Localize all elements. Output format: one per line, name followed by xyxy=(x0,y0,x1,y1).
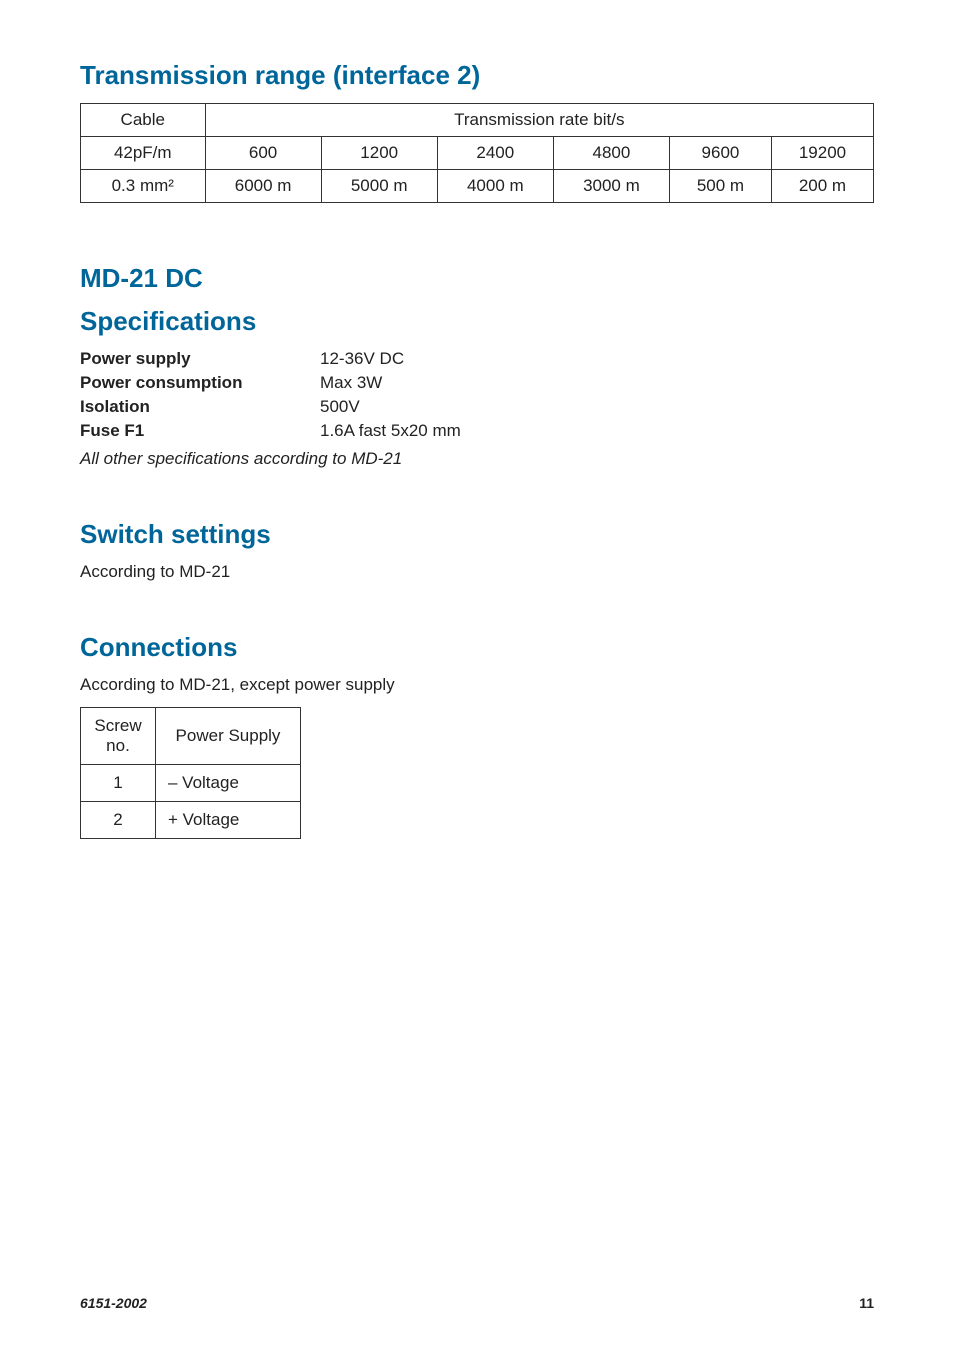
table-header-row: Cable Transmission rate bit/s xyxy=(81,104,874,137)
spec-label: Isolation xyxy=(80,397,320,417)
section-title-md21dc: MD-21 DC xyxy=(80,263,874,294)
cell: 600 xyxy=(205,137,321,170)
power-supply-table: Screw no. Power Supply 1 – Voltage 2 + V… xyxy=(80,707,301,839)
cell: – Voltage xyxy=(156,765,301,802)
section-subtitle-specifications: Specifications xyxy=(80,306,874,337)
page-footer: 6151-2002 11 xyxy=(80,1295,874,1311)
footer-docnum: 6151-2002 xyxy=(80,1295,147,1311)
cell: 2400 xyxy=(437,137,553,170)
cell: 4800 xyxy=(553,137,669,170)
cell: 1200 xyxy=(321,137,437,170)
table-row: 1 – Voltage xyxy=(81,765,301,802)
spec-label: Power supply xyxy=(80,349,320,369)
switch-body: According to MD-21 xyxy=(80,562,874,582)
transmission-table: Cable Transmission rate bit/s 42pF/m 600… xyxy=(80,103,874,203)
cell: 0.3 mm² xyxy=(81,170,206,203)
cell: 3000 m xyxy=(553,170,669,203)
spec-row: Fuse F1 1.6A fast 5x20 mm xyxy=(80,421,874,441)
specs-list: Power supply 12-36V DC Power consumption… xyxy=(80,349,874,441)
spec-row: Power consumption Max 3W xyxy=(80,373,874,393)
connections-body: According to MD-21, except power supply xyxy=(80,675,874,695)
table-header-cable: Cable xyxy=(81,104,206,137)
spec-label: Power consumption xyxy=(80,373,320,393)
spec-value: Max 3W xyxy=(320,373,874,393)
cell: 19200 xyxy=(771,137,873,170)
table-header-row: Screw no. Power Supply xyxy=(81,708,301,765)
footer-pagenum: 11 xyxy=(859,1295,874,1311)
spec-value: 1.6A fast 5x20 mm xyxy=(320,421,874,441)
cell: 5000 m xyxy=(321,170,437,203)
cell: 200 m xyxy=(771,170,873,203)
table-row: 42pF/m 600 1200 2400 4800 9600 19200 xyxy=(81,137,874,170)
spec-row: Isolation 500V xyxy=(80,397,874,417)
cell: 2 xyxy=(81,802,156,839)
cell: + Voltage xyxy=(156,802,301,839)
table-header-power: Power Supply xyxy=(156,708,301,765)
spec-value: 500V xyxy=(320,397,874,417)
cell: 42pF/m xyxy=(81,137,206,170)
section-title-connections: Connections xyxy=(80,632,874,663)
spec-value: 12-36V DC xyxy=(320,349,874,369)
cell: 500 m xyxy=(669,170,771,203)
spec-label: Fuse F1 xyxy=(80,421,320,441)
table-row: 2 + Voltage xyxy=(81,802,301,839)
section-title-transmission: Transmission range (interface 2) xyxy=(80,60,874,91)
table-row: 0.3 mm² 6000 m 5000 m 4000 m 3000 m 500 … xyxy=(81,170,874,203)
cell: 1 xyxy=(81,765,156,802)
specs-note: All other specifications according to MD… xyxy=(80,449,874,469)
table-header-trans: Transmission rate bit/s xyxy=(205,104,873,137)
section-title-switch: Switch settings xyxy=(80,519,874,550)
cell: 6000 m xyxy=(205,170,321,203)
cell: 9600 xyxy=(669,137,771,170)
cell: 4000 m xyxy=(437,170,553,203)
table-header-screw: Screw no. xyxy=(81,708,156,765)
spec-row: Power supply 12-36V DC xyxy=(80,349,874,369)
